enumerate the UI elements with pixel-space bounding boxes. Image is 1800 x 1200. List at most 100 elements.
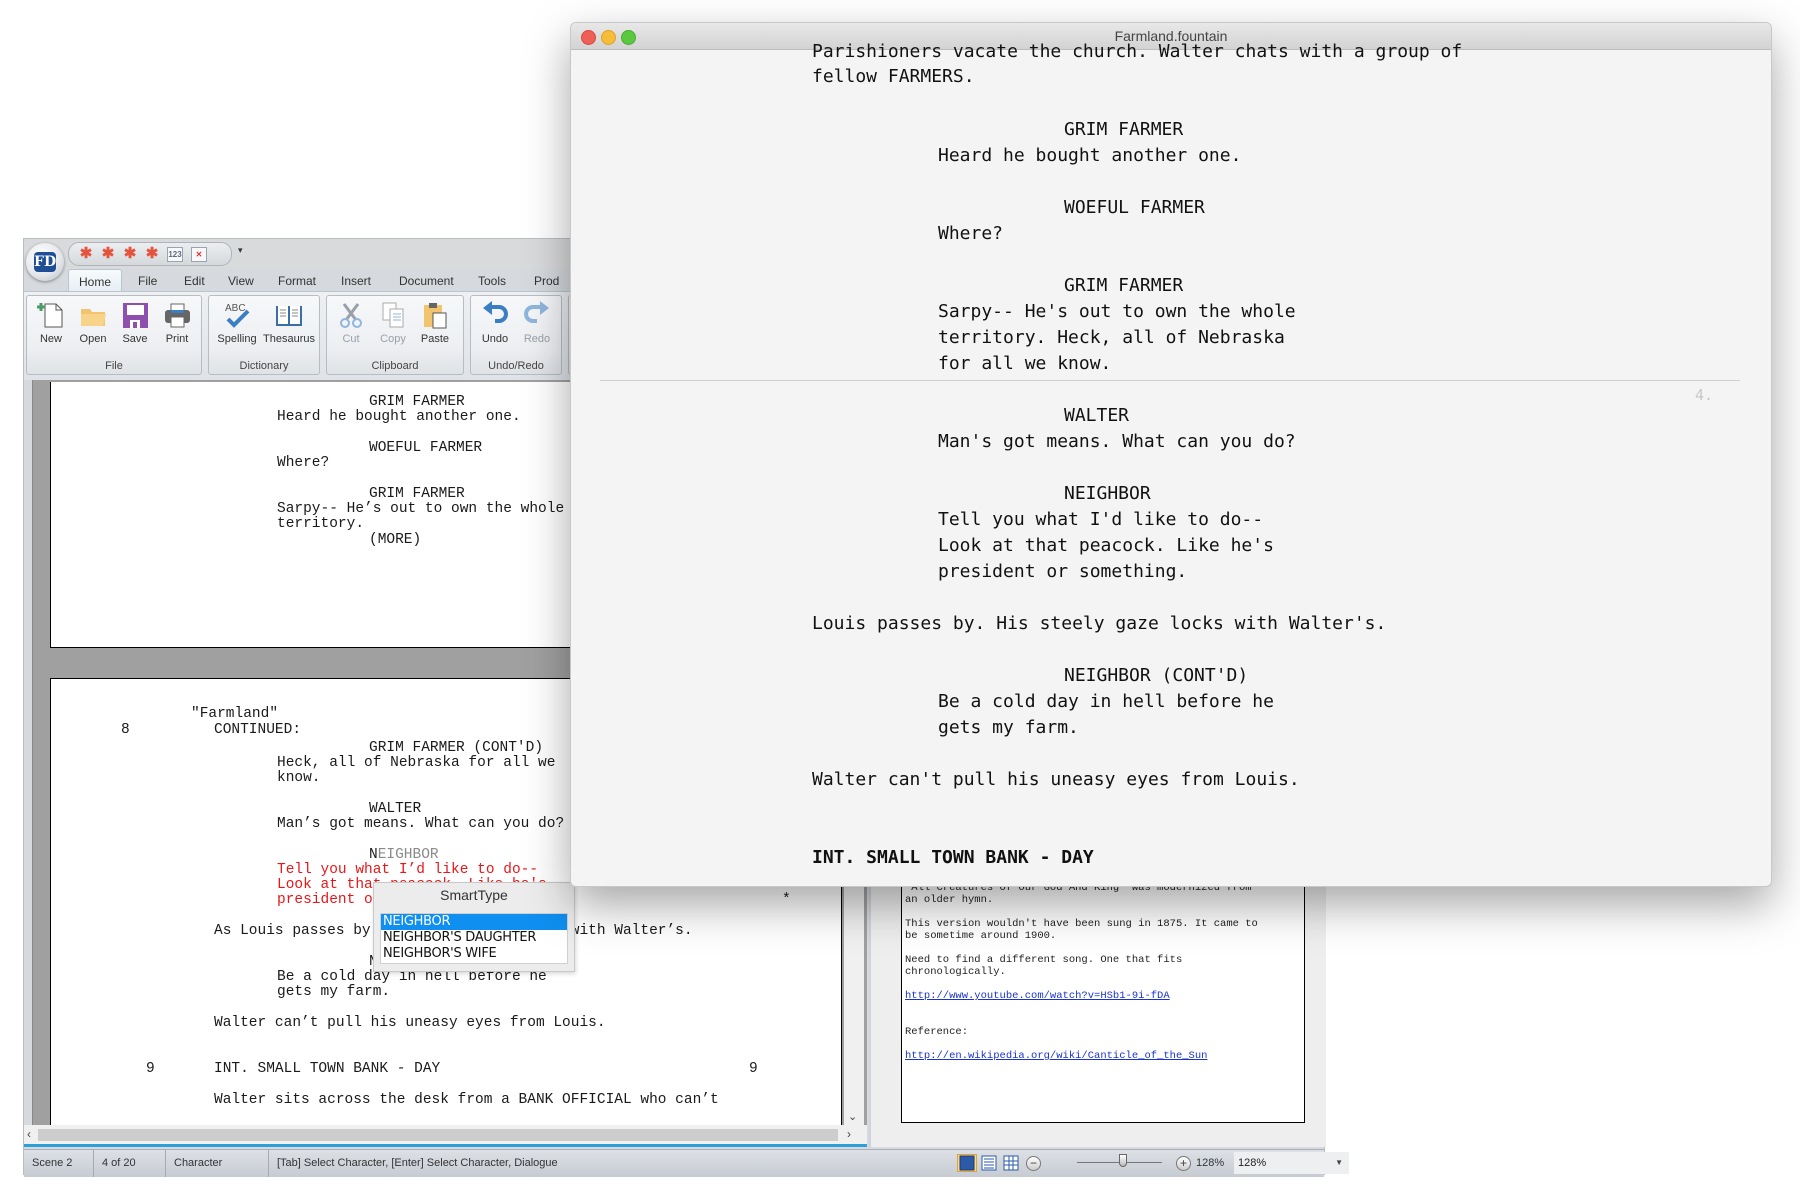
character-name: WOEFUL FARMER <box>369 440 483 456</box>
tab-insert[interactable]: Insert <box>331 269 381 291</box>
character-name-typing[interactable]: NEIGHBOR <box>369 847 439 863</box>
note-line: chronologically. <box>905 966 1006 978</box>
revised-dialogue-line: Tell you what I’d like to do-- <box>277 862 539 878</box>
note-line: an older hymn. <box>905 894 994 906</box>
revision-settings-icon[interactable]: ✱ <box>121 245 139 263</box>
ribbon-group-clipboard: Cut Copy Paste Clipboard <box>326 295 464 375</box>
ribbon-group-label: Clipboard <box>371 360 419 372</box>
zoom-select-value: 128% <box>1238 1157 1267 1169</box>
dialogue-line: Look at that peacock. Like he's <box>938 535 1274 556</box>
svg-text:ABC: ABC <box>225 303 246 314</box>
scene-heading: INT. SMALL TOWN BANK - DAY <box>812 847 1094 868</box>
action-line: Louis passes by. His steely gaze locks w… <box>812 613 1387 634</box>
tab-production[interactable]: Prod <box>524 269 569 291</box>
scene-heading: INT. SMALL TOWN BANK - DAY <box>214 1061 441 1077</box>
customize-toolbar-icon[interactable]: ▾ <box>238 245 243 256</box>
character-name: WALTER <box>1064 405 1130 426</box>
status-bar: Scene 2 4 of 20 Character [Tab] Select C… <box>24 1149 1349 1177</box>
action-line: fellow FARMERS. <box>812 66 975 87</box>
wikipedia-link[interactable]: http://en.wikipedia.org/wiki/Canticle_of… <box>905 1050 1207 1062</box>
revision-mark: * <box>782 892 791 908</box>
status-scene: Scene 2 <box>24 1150 94 1177</box>
character-name: WOEFUL FARMER <box>1064 197 1205 218</box>
undo-arrow-icon <box>483 301 508 323</box>
scroll-down-icon[interactable]: ⌄ <box>848 1110 857 1123</box>
page-view-button[interactable] <box>957 1154 977 1172</box>
smarttype-list: NEIGHBOR NEIGHBOR'S DAUGHTER NEIGHBOR'S … <box>380 913 568 964</box>
add-revision-star-icon[interactable]: ✱ <box>77 245 95 263</box>
smarttype-option[interactable]: NEIGHBOR <box>381 914 567 930</box>
redo-arrow-icon <box>524 301 549 323</box>
revision-star-icon[interactable]: ✱ <box>143 245 161 263</box>
normal-view-button[interactable] <box>979 1154 999 1172</box>
ribbon-group-label: Dictionary <box>239 360 289 372</box>
plus-icon: + <box>1179 1156 1187 1170</box>
dialogue-line: Man’s got means. What can you do? <box>277 816 565 832</box>
grid-view-icon <box>1003 1155 1019 1171</box>
zoom-slider[interactable] <box>1077 1154 1162 1167</box>
autocomplete-hint: EIGHBOR <box>377 847 439 863</box>
clear-numbering-calendar-icon[interactable]: ✕ <box>191 247 207 262</box>
app-logo-icon: FD <box>34 252 57 272</box>
save-button[interactable]: Save <box>115 299 155 349</box>
open-button[interactable]: Open <box>73 299 113 349</box>
page-view-icon <box>959 1155 975 1171</box>
tab-document[interactable]: Document <box>389 269 464 291</box>
remove-revision-star-icon[interactable]: ✱ <box>99 245 117 263</box>
smarttype-option[interactable]: NEIGHBOR'S DAUGHTER <box>381 930 567 946</box>
tab-edit[interactable]: Edit <box>174 269 215 291</box>
cut-button[interactable]: Cut <box>331 299 371 349</box>
normal-view-icon <box>981 1155 997 1171</box>
redo-button[interactable]: Redo <box>517 299 557 349</box>
dropdown-caret-icon: ▼ <box>1335 1158 1343 1167</box>
scissors-icon <box>340 303 362 328</box>
note-line: This version wouldn't have been sung in … <box>905 918 1258 930</box>
index-card-view-button[interactable] <box>1001 1154 1021 1172</box>
quick-access-toolbar: ✱ ✱ ✱ ✱ 123 ✕ <box>68 242 232 266</box>
page-break-line <box>600 380 1740 381</box>
zoom-out-button[interactable]: − <box>1026 1156 1041 1171</box>
action-line: Walter sits across the desk from a BANK … <box>214 1092 719 1108</box>
ribbon-group-label: Undo/Redo <box>488 360 544 372</box>
tab-format[interactable]: Format <box>268 269 326 291</box>
zoom-slider-thumb[interactable] <box>1119 1154 1128 1167</box>
new-button[interactable]: New <box>31 299 71 349</box>
action-line: Walter can’t pull his uneasy eyes from L… <box>214 1015 606 1031</box>
zoom-in-button[interactable]: + <box>1176 1156 1191 1171</box>
scroll-right-icon[interactable]: › <box>847 1127 851 1141</box>
tab-file[interactable]: File <box>128 269 167 291</box>
dialogue-line: Heard he bought another one. <box>938 145 1242 166</box>
action-line: Walter can't pull his uneasy eyes from L… <box>812 769 1300 790</box>
status-element: Character <box>166 1150 269 1177</box>
smarttype-popup: SmartType NEIGHBOR NEIGHBOR'S DAUGHTER N… <box>373 882 575 972</box>
horizontal-scroll-thumb[interactable] <box>38 1129 838 1141</box>
tab-home[interactable]: Home <box>68 269 123 292</box>
dialogue-line: Be a cold day in hell before he <box>938 691 1274 712</box>
note-text-box[interactable]: "All Creatures Of Our God And King" was … <box>901 879 1305 1123</box>
tab-view[interactable]: View <box>218 269 264 291</box>
reference-label: Reference: <box>905 1026 969 1038</box>
zoom-percent-label: 128% <box>1196 1157 1225 1169</box>
note-line: Need to find a different song. One that … <box>905 954 1183 966</box>
thesaurus-button[interactable]: Thesaurus <box>263 299 315 349</box>
undo-button[interactable]: Undo <box>475 299 515 349</box>
youtube-link[interactable]: http://www.youtube.com/watch?v=HSb1-9i-f… <box>905 990 1170 1002</box>
editor-focus-line <box>24 1144 867 1147</box>
horizontal-scrollbar[interactable]: ‹ › <box>24 1125 867 1145</box>
dialogue-line: for all we know. <box>938 353 1112 374</box>
status-hint: [Tab] Select Character, [Enter] Select C… <box>277 1157 558 1169</box>
smarttype-option[interactable]: NEIGHBOR'S WIFE <box>381 946 567 962</box>
copy-button[interactable]: Copy <box>373 299 413 349</box>
scroll-left-icon[interactable]: ‹ <box>27 1127 31 1141</box>
page-number: 4. <box>1695 386 1714 404</box>
copy-icon <box>382 302 404 328</box>
numbering-calendar-icon[interactable]: 123 <box>167 247 183 262</box>
dialogue-line: president or something. <box>938 561 1188 582</box>
tab-tools[interactable]: Tools <box>468 269 516 291</box>
print-button[interactable]: Print <box>157 299 197 349</box>
spelling-button[interactable]: ABC Spelling <box>217 299 257 349</box>
app-logo-button[interactable]: FD <box>26 243 64 281</box>
paste-button[interactable]: Paste <box>415 299 455 349</box>
zoom-select[interactable]: 128% ▼ <box>1234 1152 1349 1174</box>
character-name: GRIM FARMER <box>1064 275 1184 296</box>
